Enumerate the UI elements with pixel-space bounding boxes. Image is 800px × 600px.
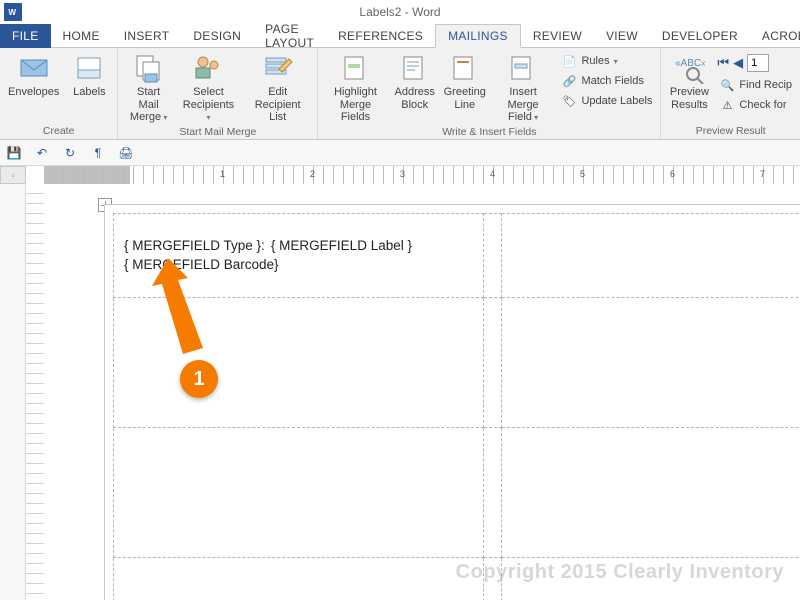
mergefield-label: { MERGEFIELD Label } — [271, 238, 412, 253]
tab-page-layout[interactable]: PAGE LAYOUT — [253, 24, 326, 48]
insert-merge-field-icon — [507, 52, 539, 84]
svg-text:W: W — [8, 7, 16, 16]
check-errors-icon: ⚠ — [719, 97, 735, 113]
find-recipient-label: Find Recip — [739, 79, 792, 91]
group-create-caption: Create — [43, 125, 75, 139]
ruler-num: 5 — [580, 169, 585, 179]
greeting-line-icon — [449, 52, 481, 84]
tab-design[interactable]: DESIGN — [181, 24, 253, 48]
group-preview: «ABC» Preview Results ⏮ ◀ 🔍 Find Recip ⚠ C… — [661, 48, 800, 139]
select-recipients-label: Select Recipients — [181, 86, 236, 124]
address-block-label: Address Block — [395, 86, 435, 111]
insert-merge-field-label: Insert Merge Field — [495, 86, 552, 124]
vertical-ruler[interactable] — [26, 184, 44, 600]
nav-first-icon[interactable]: ⏮ — [717, 55, 729, 71]
match-fields-label: Match Fields — [581, 75, 643, 87]
group-write-insert: Highlight Merge Fields Address Block Gre… — [318, 48, 661, 139]
nav-prev-icon[interactable]: ◀ — [733, 55, 743, 71]
check-errors-label: Check for — [739, 99, 786, 111]
update-labels-label: Update Labels — [581, 95, 652, 107]
greeting-line-button[interactable]: Greeting Line — [443, 50, 487, 113]
tab-insert[interactable]: INSERT — [112, 24, 182, 48]
match-fields-icon: 🔗 — [561, 73, 577, 89]
envelopes-label: Envelopes — [8, 86, 59, 99]
ruler-num: 6 — [670, 169, 675, 179]
highlight-icon — [340, 52, 372, 84]
labels-button[interactable]: Labels — [67, 50, 111, 101]
undo-icon[interactable]: ↶ — [32, 143, 52, 163]
mergefield-type: { MERGEFIELD Type }: — [124, 238, 265, 253]
tab-view[interactable]: VIEW — [594, 24, 650, 48]
tab-file[interactable]: FILE — [0, 24, 51, 48]
envelopes-button[interactable]: Envelopes — [6, 50, 61, 101]
rules-label: Rules — [581, 55, 609, 67]
tab-mailings[interactable]: MAILINGS — [435, 24, 521, 48]
ruler-num: 2 — [310, 169, 315, 179]
annotation-step-badge: 1 — [180, 360, 218, 398]
title-bar: W Labels2 - Word — [0, 0, 800, 24]
horizontal-ruler[interactable]: 1 2 3 4 5 6 7 — [26, 166, 800, 184]
quick-access-toolbar: 💾 ↶ ↻ ¶ 🖨 — [0, 140, 800, 166]
annotation-step-number: 1 — [193, 368, 204, 391]
record-number-input[interactable] — [747, 54, 769, 72]
word-app-icon: W — [4, 3, 22, 21]
rules-button[interactable]: 📄 Rules — [559, 52, 654, 70]
highlight-label: Highlight Merge Fields — [326, 86, 384, 124]
redo-icon[interactable]: ↻ — [60, 143, 80, 163]
update-labels-button[interactable]: 🏷 Update Labels — [559, 92, 654, 110]
record-nav: ⏮ ◀ — [717, 52, 794, 74]
find-recipient-icon: 🔍 — [719, 77, 735, 93]
start-mail-merge-label: Start Mail Merge — [126, 86, 171, 124]
save-icon[interactable]: 💾 — [4, 143, 24, 163]
find-recipient-button[interactable]: 🔍 Find Recip — [717, 76, 794, 94]
ruler-corner[interactable]: ▫ — [0, 166, 26, 184]
ruler-num: 3 — [400, 169, 405, 179]
window-title: Labels2 - Word — [359, 5, 440, 19]
preview-results-label: Preview Results — [670, 86, 709, 111]
select-recipients-button[interactable]: Select Recipients — [179, 50, 238, 126]
page-canvas[interactable]: { MERGEFIELD Type }: { MERGEFIELD Label … — [44, 184, 800, 600]
edit-recipient-list-label: Edit Recipient List — [246, 86, 309, 124]
ribbon: Envelopes Labels Create Start Mail Merge… — [0, 48, 800, 140]
labels-icon — [73, 52, 105, 84]
edit-recipient-list-button[interactable]: Edit Recipient List — [244, 50, 311, 126]
greeting-line-label: Greeting Line — [444, 86, 486, 111]
select-recipients-icon — [192, 52, 224, 84]
group-start-caption: Start Mail Merge — [179, 126, 256, 140]
quick-print-icon[interactable]: 🖨 — [116, 143, 136, 163]
preview-results-button[interactable]: «ABC» Preview Results — [667, 50, 711, 113]
match-fields-button[interactable]: 🔗 Match Fields — [559, 72, 654, 90]
preview-results-icon: «ABC» — [673, 52, 705, 84]
svg-text:«ABC»: «ABC» — [675, 58, 705, 69]
rules-icon: 📄 — [561, 53, 577, 69]
group-preview-caption: Preview Result — [696, 125, 766, 139]
check-errors-button[interactable]: ⚠ Check for — [717, 96, 794, 114]
group-start-mail-merge: Start Mail Merge Select Recipients Edit … — [118, 48, 318, 139]
address-block-icon — [399, 52, 431, 84]
highlight-merge-fields-button[interactable]: Highlight Merge Fields — [324, 50, 386, 126]
document-area: ▫ 1 2 3 4 5 6 7 { MERGEFIELD Type }: { M… — [0, 166, 800, 600]
ruler-num: 7 — [760, 169, 765, 179]
group-write-caption: Write & Insert Fields — [442, 126, 536, 140]
left-margin-strip — [0, 166, 26, 600]
start-mail-merge-icon — [133, 52, 165, 84]
ribbon-tabs: FILE HOME INSERT DESIGN PAGE LAYOUT REFE… — [0, 24, 800, 48]
labels-label: Labels — [73, 86, 105, 99]
ruler-num: 4 — [490, 169, 495, 179]
tab-home[interactable]: HOME — [51, 24, 112, 48]
group-create: Envelopes Labels Create — [0, 48, 118, 139]
tab-developer[interactable]: DEVELOPER — [650, 24, 750, 48]
update-labels-icon: 🏷 — [561, 93, 577, 109]
watermark-text: Copyright 2015 Clearly Inventory — [456, 561, 784, 584]
start-mail-merge-button[interactable]: Start Mail Merge — [124, 50, 173, 126]
paragraph-marks-icon[interactable]: ¶ — [88, 143, 108, 163]
insert-merge-field-button[interactable]: Insert Merge Field — [493, 50, 554, 126]
tab-review[interactable]: REVIEW — [521, 24, 594, 48]
edit-recipient-list-icon — [262, 52, 294, 84]
ruler-num: 1 — [220, 169, 225, 179]
tab-acrobat[interactable]: ACROBAT — [750, 24, 800, 48]
address-block-button[interactable]: Address Block — [393, 50, 437, 113]
tab-references[interactable]: REFERENCES — [326, 24, 435, 48]
envelope-icon — [18, 52, 50, 84]
